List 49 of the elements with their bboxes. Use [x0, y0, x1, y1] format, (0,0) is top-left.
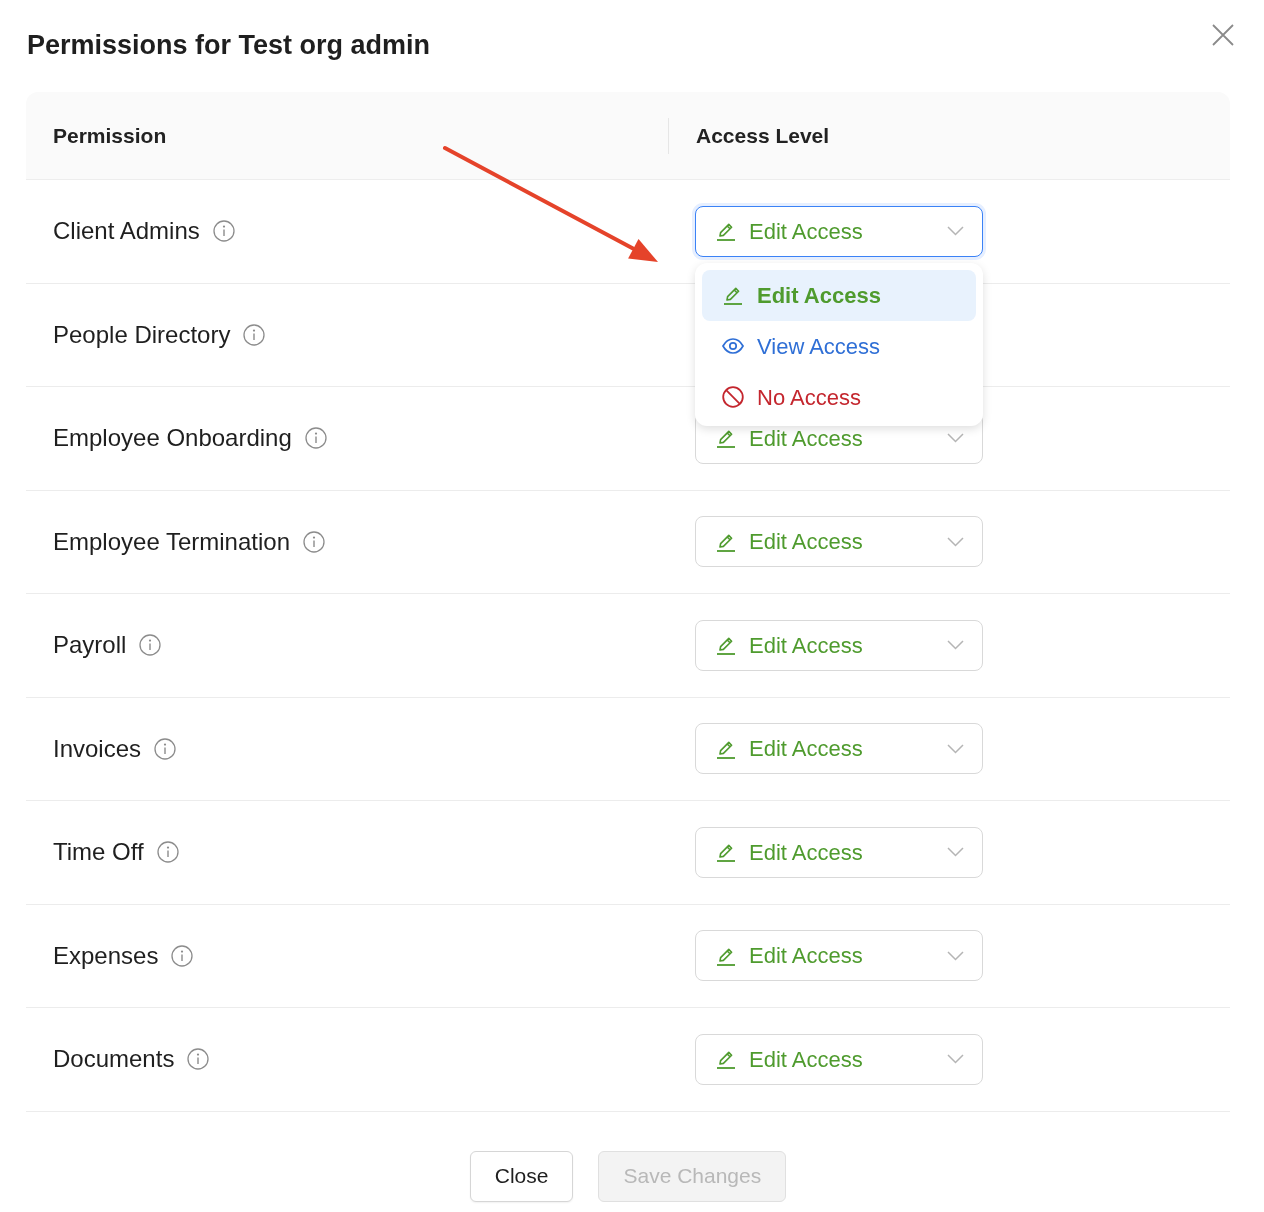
pencil-icon — [716, 428, 736, 449]
menu-option[interactable]: Edit Access — [702, 269, 976, 321]
info-icon — [139, 634, 162, 657]
column-header: Permission — [53, 122, 167, 149]
column-header: Access Level — [696, 122, 830, 149]
close-icon — [1212, 24, 1234, 46]
info-icon — [212, 220, 235, 243]
pencil-icon — [716, 842, 736, 863]
info-icon — [304, 427, 327, 450]
pencil-icon — [723, 285, 743, 306]
close-button[interactable]: Close — [469, 1150, 574, 1202]
pencil-icon — [716, 221, 736, 242]
permission-label: Invoices — [53, 733, 142, 764]
info-icon — [156, 841, 179, 864]
dialog-close-button[interactable] — [1212, 24, 1234, 46]
info-icon — [243, 323, 266, 346]
access-select[interactable]: Edit Access — [695, 619, 983, 671]
access-select[interactable]: Edit Access — [695, 930, 983, 982]
chevron-icon — [947, 536, 964, 547]
permission-label: People Directory — [53, 319, 231, 350]
info-icon — [171, 944, 194, 967]
info-icon — [187, 1048, 210, 1071]
permission-label: Client Admins — [53, 216, 200, 247]
dialog-title: Permissions for Test org admin — [27, 28, 431, 62]
permission-label: Documents — [53, 1044, 175, 1075]
chevron-icon — [947, 433, 964, 444]
chevron-icon — [947, 1054, 964, 1065]
permission-label: Time Off — [53, 837, 144, 868]
chevron-icon — [947, 847, 964, 858]
access-select[interactable]: Edit Access — [695, 1033, 983, 1085]
permission-label: Expenses — [53, 940, 159, 971]
access-select[interactable]: Edit Access — [695, 723, 983, 775]
chevron-icon — [947, 640, 964, 651]
chevron-icon — [947, 743, 964, 754]
pencil-icon — [716, 1049, 736, 1070]
chevron-icon — [947, 950, 964, 961]
access-select[interactable]: Edit Access — [695, 516, 983, 568]
access-select[interactable]: Edit Access — [695, 205, 983, 257]
permission-label: Employee Onboarding — [53, 423, 292, 454]
info-icon — [154, 737, 177, 760]
pencil-icon — [716, 635, 736, 656]
chevron-icon — [947, 226, 964, 237]
menu-option[interactable]: View Access — [702, 320, 976, 372]
eye-icon — [722, 338, 744, 355]
permission-label: Employee Termination — [53, 526, 290, 557]
access-select[interactable]: Edit Access — [695, 826, 983, 878]
permission-label: Payroll — [53, 630, 127, 661]
info-icon — [303, 530, 325, 553]
ban-icon — [722, 386, 744, 409]
